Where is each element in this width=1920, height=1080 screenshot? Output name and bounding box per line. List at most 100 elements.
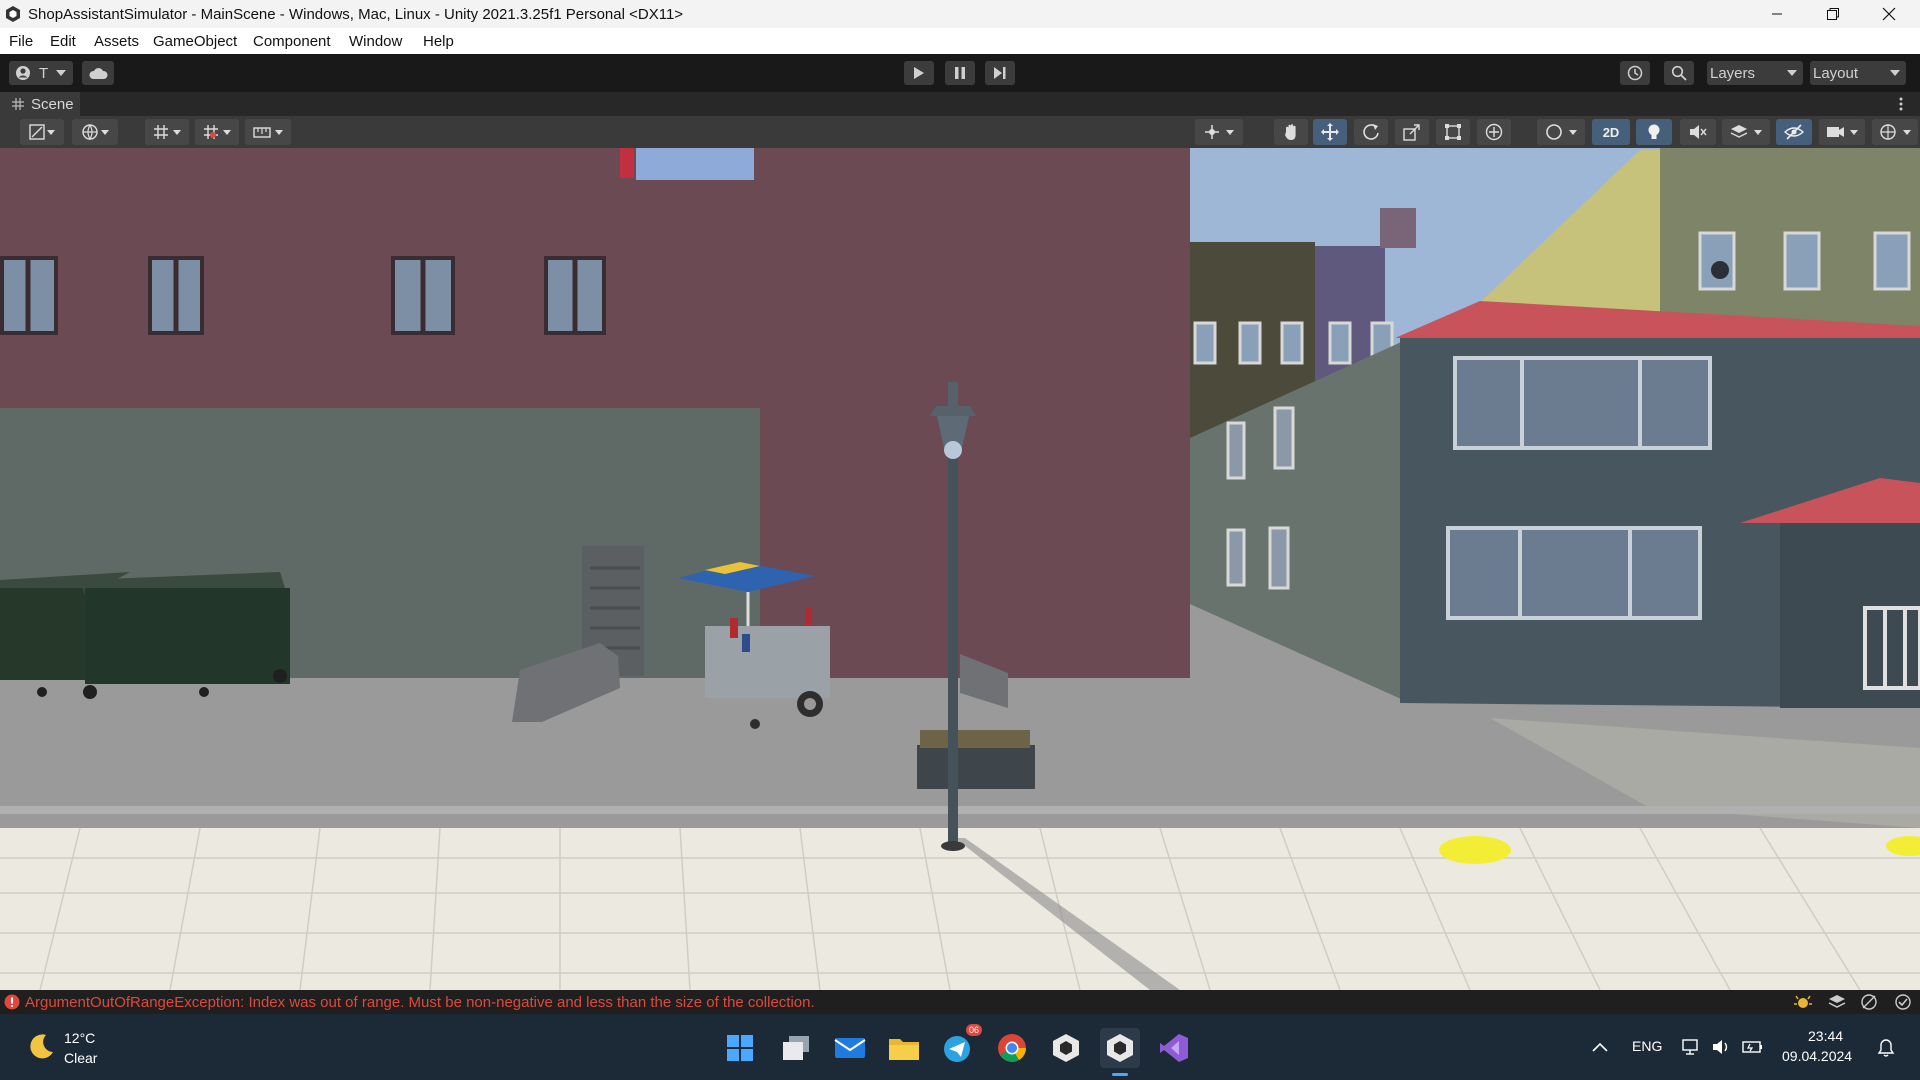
eye-hidden-icon [1784,124,1804,140]
account-label: T [39,64,49,82]
unity-icon [1107,1034,1133,1062]
shading-mode-icon [29,124,55,140]
window-title: ShopAssistantSimulator - MainScene - Win… [28,6,684,23]
more-options-icon[interactable] [1898,96,1904,112]
layout-dropdown[interactable]: Layout [1810,61,1906,85]
unity-hub-button[interactable] [1046,1028,1086,1068]
clock-date[interactable]: 09.04.2024 [1782,1048,1852,1064]
step-button[interactable] [985,61,1015,85]
telegram-badge: 06 [965,1024,982,1036]
check-circle-icon[interactable] [1894,993,1912,1011]
close-button[interactable] [1860,0,1918,28]
mail-icon [834,1038,866,1058]
chrome-icon [998,1034,1026,1062]
search-button[interactable] [1664,61,1694,85]
scene-render [0,148,1920,990]
layout-label: Layout [1813,64,1859,82]
cloud-icon [89,68,108,79]
network-off-icon[interactable] [1860,993,1878,1011]
scene-camera-dropdown[interactable] [1819,119,1865,145]
draw-mode-dropdown[interactable] [20,119,64,145]
2d-toggle-button[interactable]: 2D [1592,119,1630,145]
gizmo-globe-dropdown[interactable] [72,119,118,145]
move-icon [1321,123,1339,141]
visual-studio-icon [1160,1034,1188,1062]
scale-tool-button[interactable] [1395,119,1429,145]
network-icon[interactable] [1682,1038,1702,1056]
close-icon [1882,7,1896,21]
visual-studio-button[interactable] [1154,1028,1194,1068]
restore-button[interactable] [1804,0,1862,28]
clock-time[interactable]: 23:44 [1808,1028,1843,1044]
search-icon [1671,65,1687,81]
menu-component[interactable]: Component [253,33,331,50]
error-message[interactable]: ArgumentOutOfRangeException: Index was o… [25,994,815,1011]
volume-icon[interactable] [1712,1038,1732,1056]
tool-handle-position-dropdown[interactable] [1195,119,1243,145]
console-status-bar[interactable]: ArgumentOutOfRangeException: Index was o… [0,990,1920,1014]
draw-mode-sphere-dropdown[interactable] [1537,119,1585,145]
telegram-button[interactable]: 06 [938,1024,982,1068]
task-view-icon [783,1036,809,1060]
play-button[interactable] [904,61,934,85]
rotate-icon [1363,124,1379,140]
gizmos-dropdown[interactable] [1872,119,1918,145]
menu-window[interactable]: Window [349,33,402,50]
unity-hub-icon [1053,1034,1079,1062]
menu-bar: File Edit Assets GameObject Component Wi… [0,28,1920,54]
pause-button[interactable] [945,61,975,85]
scene-visibility-toggle[interactable] [1776,119,1812,145]
pivot-icon [1205,125,1234,139]
layers-stack-icon[interactable] [1828,993,1846,1011]
minimize-icon [1772,13,1782,15]
scale-icon [1403,124,1420,141]
weather-desc: Clear [64,1050,98,1066]
scene-viewport[interactable] [0,148,1920,990]
file-explorer-button[interactable] [884,1028,924,1068]
scene-tab-label: Scene [31,96,74,113]
chevron-up-icon[interactable] [1592,1042,1608,1052]
rotate-tool-button[interactable] [1354,119,1388,145]
unity-editor-button[interactable] [1100,1028,1140,1076]
hand-tool-button[interactable] [1274,119,1308,145]
grid-icon [12,98,24,110]
start-button[interactable] [720,1028,760,1068]
chevron-down-icon [1787,70,1797,76]
menu-file[interactable]: File [9,33,33,50]
bug-icon[interactable] [1794,993,1812,1011]
tab-scene[interactable]: Scene [0,92,80,116]
effects-dropdown[interactable] [1722,119,1770,145]
shaded-sphere-icon [1546,124,1577,140]
menu-assets[interactable]: Assets [94,33,139,50]
task-view-button[interactable] [776,1028,816,1068]
chrome-button[interactable] [992,1028,1032,1068]
menu-gameobject[interactable]: GameObject [153,33,237,50]
battery-icon[interactable] [1742,1038,1764,1056]
lightbulb-icon [1648,124,1660,139]
layers-effects-icon [1730,125,1762,138]
mail-app-button[interactable] [830,1028,870,1068]
layers-dropdown[interactable]: Layers [1707,61,1803,85]
transform-tool-button[interactable] [1477,119,1511,145]
grid-visibility-dropdown[interactable] [145,119,189,145]
increment-snapping-dropdown[interactable] [245,119,291,145]
active-indicator [1112,1073,1128,1076]
audio-toggle-button[interactable] [1680,119,1716,145]
rect-tool-button[interactable] [1436,119,1470,145]
grid-snapping-dropdown[interactable] [195,119,239,145]
move-tool-button[interactable] [1313,119,1347,145]
minimize-button[interactable] [1748,0,1806,28]
history-button[interactable] [1620,61,1650,85]
menu-edit[interactable]: Edit [50,33,76,50]
weather-widget[interactable]: 12°C Clear [20,1024,130,1070]
cloud-button[interactable] [82,61,114,85]
account-dropdown[interactable]: T [9,61,73,85]
language-indicator[interactable]: ENG [1632,1038,1662,1054]
scene-toolbar: 2D [0,116,1920,148]
menu-help[interactable]: Help [423,33,454,50]
play-icon [914,67,924,79]
lighting-toggle-button[interactable] [1636,119,1672,145]
scene-tab-bar: Scene [0,92,1920,116]
notification-bell-icon[interactable] [1877,1038,1895,1058]
main-toolbar: T Layers Layout [0,54,1920,92]
